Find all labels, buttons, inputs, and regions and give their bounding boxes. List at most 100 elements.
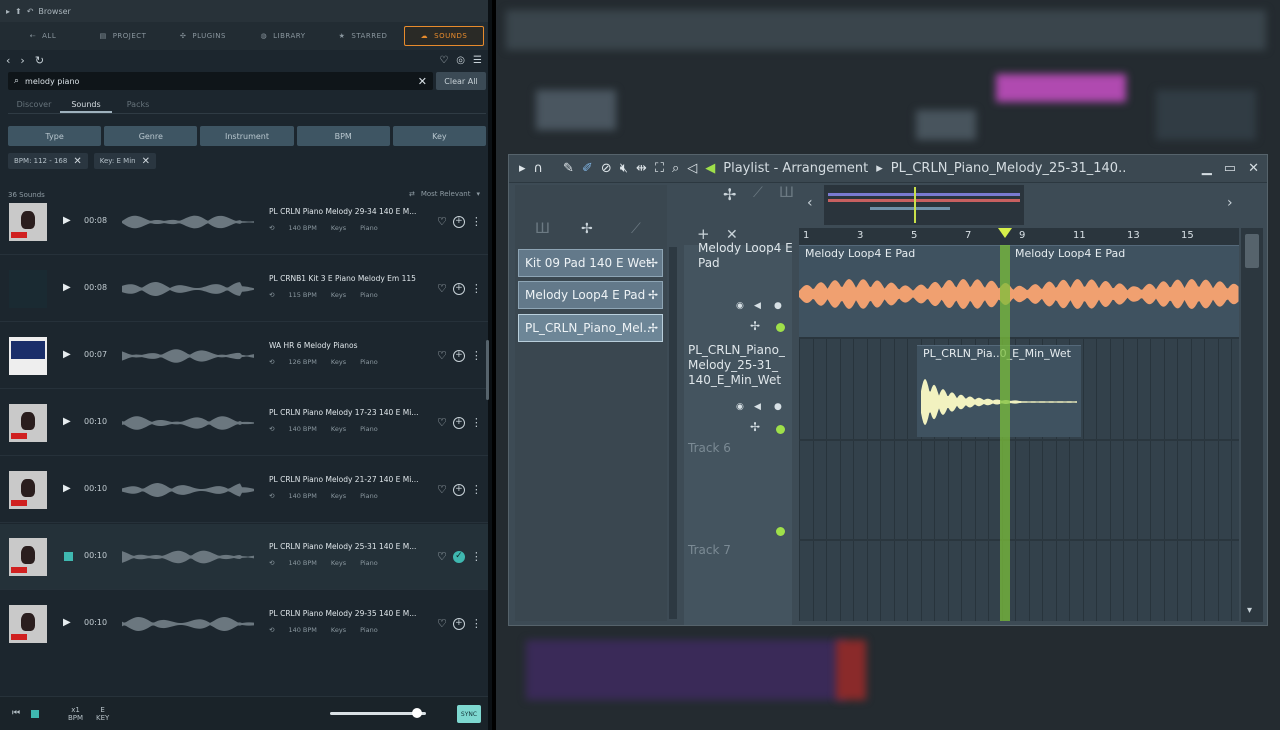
automation-icon[interactable]: ⟋: [631, 221, 641, 237]
filter-instrument[interactable]: Instrument: [200, 126, 294, 146]
sound-waveform[interactable]: [122, 347, 254, 365]
tab-library[interactable]: ◍ LIBRARY: [244, 26, 322, 46]
list-scrollbar[interactable]: [486, 340, 489, 400]
chip-bpm[interactable]: BPM: 112 - 168 ✕: [8, 153, 88, 169]
sound-waveform[interactable]: [122, 414, 254, 432]
menu-arrow-icon[interactable]: ▸: [6, 7, 10, 16]
add-circle-icon[interactable]: +: [452, 215, 465, 228]
track-active-led[interactable]: [776, 323, 785, 332]
maximize-icon[interactable]: ▭: [1224, 161, 1236, 176]
tab-all[interactable]: ⇠ ALL: [4, 26, 82, 46]
more-options-icon[interactable]: ⋮: [471, 349, 482, 362]
dot-icon[interactable]: ●: [774, 301, 782, 311]
heart-icon[interactable]: ♡: [437, 617, 447, 630]
filter-bpm[interactable]: BPM: [296, 126, 390, 146]
sound-waveform[interactable]: [122, 481, 254, 499]
sync-button[interactable]: SYNC: [457, 705, 481, 723]
track-active-led[interactable]: [776, 425, 785, 434]
preview-volume-slider[interactable]: [330, 708, 426, 718]
tab-sounds[interactable]: ☁ SOUNDS: [404, 26, 484, 46]
chevron-left-icon[interactable]: ‹: [807, 195, 813, 211]
sound-row[interactable]: ▶ 00:10 PL CRLN Piano Melody 17-23 140 E…: [0, 390, 488, 456]
volume-knob[interactable]: [412, 708, 422, 718]
track-name[interactable]: Track 7: [688, 543, 794, 558]
tab-starred[interactable]: ★ STARRED: [324, 26, 402, 46]
arrangement-overview[interactable]: [824, 185, 1024, 225]
delete-icon[interactable]: ⊘: [601, 161, 612, 176]
heart-icon[interactable]: ♡: [437, 215, 447, 228]
tab-plugins[interactable]: ✣ PLUGINS: [164, 26, 242, 46]
stop-icon[interactable]: [64, 552, 73, 561]
filter-type[interactable]: Type: [8, 126, 102, 146]
sound-title[interactable]: PL CRLN Piano Melody 17-23 140 E Mi...: [269, 408, 419, 417]
play-icon[interactable]: ▶: [63, 416, 71, 427]
undo-icon[interactable]: ↶: [27, 7, 34, 16]
sound-waveform[interactable]: [122, 213, 254, 231]
scroll-thumb[interactable]: [1245, 234, 1259, 268]
sound-waveform[interactable]: [122, 280, 254, 298]
sound-row[interactable]: ▶ 00:08 PL CRLN Piano Melody 29-34 140 E…: [0, 203, 488, 255]
piano-roll-icon[interactable]: Ш: [779, 185, 794, 201]
add-circle-icon[interactable]: +: [452, 617, 465, 630]
more-options-icon[interactable]: ⋮: [471, 416, 482, 429]
arrangement-grid[interactable]: Melody Loop4 E Pad Melody Loop4 E Pad PL…: [799, 245, 1239, 621]
sound-row[interactable]: ▶ 00:10 PL CRLN Piano Melody 29-35 140 E…: [0, 591, 488, 653]
filter-key[interactable]: Key: [392, 126, 487, 146]
pattern-scrollbar[interactable]: [669, 247, 677, 619]
key-control[interactable]: E KEY: [96, 706, 109, 722]
more-options-icon[interactable]: ⋮: [471, 550, 482, 563]
sound-row[interactable]: ▶ 00:07 WA HR 6 Melody Pianos ⟲ 126 BPM …: [0, 323, 488, 389]
piano-roll-icon[interactable]: Ш: [535, 221, 550, 237]
more-options-icon[interactable]: ⋮: [471, 617, 482, 630]
playhead-marker[interactable]: [998, 228, 1012, 238]
chip-key[interactable]: Key: E Min ✕: [93, 153, 156, 169]
playback-icon[interactable]: ◁: [687, 161, 697, 176]
bpm-control[interactable]: x1 BPM: [68, 706, 83, 722]
play-icon[interactable]: ▶: [63, 617, 71, 628]
speaker-icon[interactable]: ◀: [754, 402, 761, 412]
stop-icon[interactable]: [31, 710, 39, 718]
skip-back-icon[interactable]: ⏮: [12, 709, 20, 718]
clear-all-button[interactable]: Clear All: [436, 72, 486, 90]
play-icon[interactable]: ▶: [63, 349, 71, 360]
check-circle-icon[interactable]: ◎: [456, 55, 465, 66]
clear-search-icon[interactable]: ✕: [418, 75, 427, 88]
pattern-item-piano[interactable]: PL_CRLN_Piano_Mel.. ✢: [518, 314, 663, 342]
minimize-icon[interactable]: ▁: [1202, 161, 1212, 176]
chevron-right-icon[interactable]: ›: [1227, 195, 1233, 211]
more-options-icon[interactable]: ⋮: [471, 282, 482, 295]
track-name[interactable]: Track 6: [688, 441, 794, 456]
magnet-icon[interactable]: ∩: [534, 161, 544, 176]
sound-title[interactable]: PL CRNB1 Kit 3 E Piano Melody Em 115: [269, 274, 416, 283]
pattern-item-melody[interactable]: Melody Loop4 E Pad ✢: [518, 281, 663, 309]
record-icon[interactable]: ◉: [736, 301, 744, 311]
automation-icon[interactable]: ⟋: [753, 185, 763, 201]
remove-chip-icon[interactable]: ✕: [142, 156, 150, 167]
sound-title[interactable]: PL CRLN Piano Melody 29-34 140 E M...: [269, 207, 416, 216]
subtab-discover[interactable]: Discover: [8, 98, 60, 113]
sound-row[interactable]: 00:10 PL CRLN Piano Melody 25-31 140 E M…: [0, 524, 488, 590]
close-icon[interactable]: ✕: [1248, 161, 1259, 176]
select-icon[interactable]: ⛶: [655, 161, 664, 176]
more-options-icon[interactable]: ⋮: [471, 215, 482, 228]
add-circle-icon[interactable]: +: [452, 349, 465, 362]
sound-row[interactable]: ▶ 00:10 PL CRLN Piano Melody 21-27 140 E…: [0, 457, 488, 523]
pencil-icon[interactable]: ✎: [563, 161, 574, 176]
filter-genre[interactable]: Genre: [104, 126, 198, 146]
add-circle-icon[interactable]: +: [452, 282, 465, 295]
play-icon[interactable]: ▶: [63, 483, 71, 494]
brush-icon[interactable]: ✐: [582, 161, 593, 176]
mute-icon[interactable]: 🔇︎: [620, 161, 628, 176]
more-options-icon[interactable]: ⋮: [471, 483, 482, 496]
sort-dropdown[interactable]: ⇄ Most Relevant ▾: [409, 190, 480, 198]
speaker-icon[interactable]: ◀: [754, 301, 761, 311]
record-icon[interactable]: ◉: [736, 402, 744, 412]
heart-icon[interactable]: ♡: [439, 55, 448, 66]
slip-icon[interactable]: ⇹: [636, 161, 647, 176]
audio-wave-icon[interactable]: ✢: [581, 221, 593, 237]
pin-icon[interactable]: ⬆: [15, 7, 22, 16]
dot-icon[interactable]: ●: [774, 402, 782, 412]
pattern-item-kit[interactable]: Kit 09 Pad 140 E Wet ✢: [518, 249, 663, 277]
heart-icon[interactable]: ♡: [437, 349, 447, 362]
vertical-scrollbar[interactable]: ▾: [1241, 228, 1263, 622]
